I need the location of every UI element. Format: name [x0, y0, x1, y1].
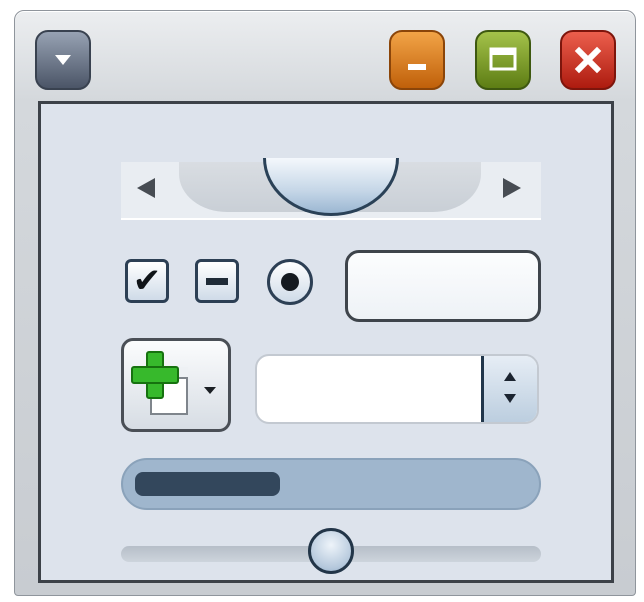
arrow-right-icon[interactable] [503, 178, 521, 198]
spin-up-icon[interactable] [504, 372, 516, 381]
window-menu-button[interactable] [35, 30, 91, 90]
minimize-icon [408, 64, 426, 70]
close-button[interactable] [560, 30, 616, 90]
slider-thumb[interactable] [308, 528, 354, 574]
radio-dot-icon [281, 273, 299, 291]
progress-fill [135, 472, 280, 496]
horizontal-scrollbar[interactable] [121, 158, 541, 220]
maximize-button[interactable] [475, 30, 531, 90]
app-window: ✔ [14, 10, 636, 596]
checkmark-icon: ✔ [132, 261, 162, 301]
radio-button[interactable] [267, 259, 313, 305]
close-icon [574, 46, 602, 74]
caret-down-icon [204, 387, 216, 394]
minimize-button[interactable] [389, 30, 445, 90]
triangle-down-icon [55, 55, 71, 65]
maximize-icon [489, 47, 517, 71]
arrow-left-icon[interactable] [137, 178, 155, 198]
slider-track[interactable] [121, 528, 541, 574]
text-field[interactable] [345, 250, 541, 322]
content-panel: ✔ [38, 101, 614, 583]
indeterminate-checkbox[interactable] [195, 259, 239, 303]
spin-down-icon[interactable] [504, 394, 516, 403]
checked-checkbox[interactable]: ✔ [125, 259, 169, 303]
dash-icon [206, 277, 228, 285]
spinner-buttons[interactable] [481, 356, 537, 422]
new-document-button[interactable] [121, 338, 231, 432]
progress-bar [121, 458, 541, 510]
spinner-field[interactable] [255, 354, 539, 424]
